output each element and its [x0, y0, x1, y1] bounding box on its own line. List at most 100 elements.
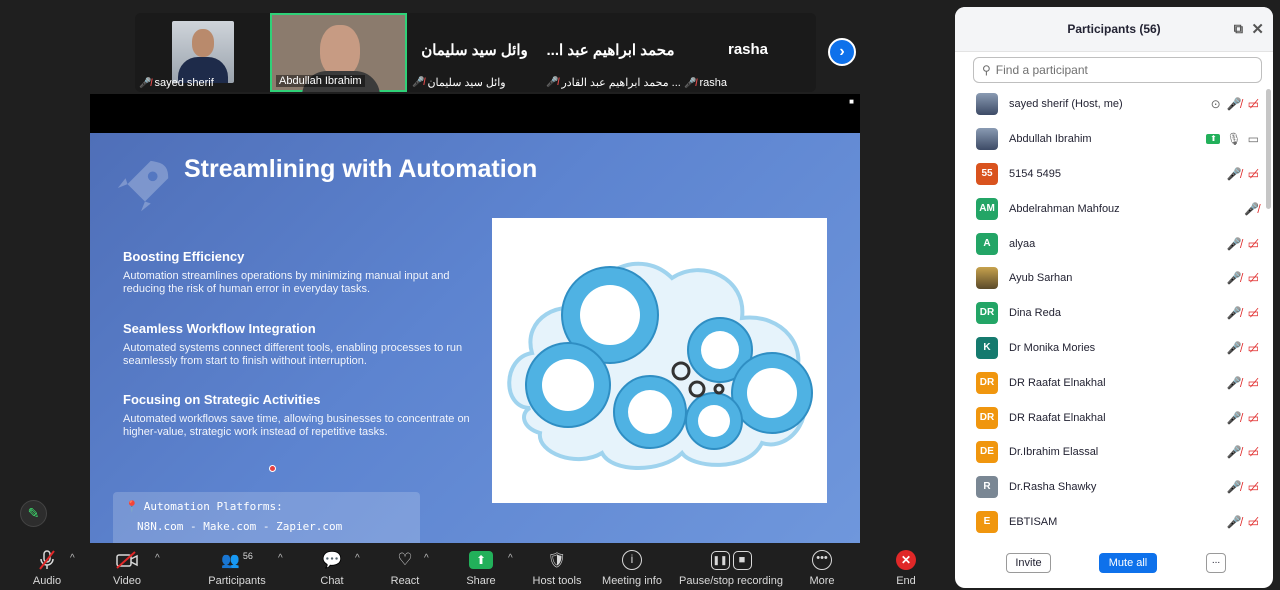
mic-muted-icon — [39, 550, 55, 570]
mic-icon[interactable]: 🎙 — [1226, 132, 1241, 146]
stop-icon: ■ — [732, 550, 752, 570]
participant-name: Dr.Rasha Shawky — [1009, 481, 1097, 494]
mic-muted-icon[interactable]: 🎤̸ — [1227, 306, 1242, 320]
camera-off-icon[interactable]: ▭̸ — [1248, 237, 1259, 251]
camera-icon[interactable]: ▭ — [1248, 132, 1259, 146]
mic-muted-icon[interactable]: 🎤̸ — [1227, 237, 1242, 251]
camera-off-icon[interactable]: ▭̸ — [1248, 376, 1259, 390]
meeting-info-button[interactable]: i Meeting info — [600, 547, 664, 587]
video-tile-rasha[interactable]: rasha 🎤̸ rasha — [680, 13, 816, 92]
participant-name: Dr Monika Mories — [1009, 341, 1096, 354]
participant-row[interactable]: DR DR Raafat Elnakhal 🎤̸ ▭̸ — [955, 400, 1273, 435]
camera-off-icon[interactable]: ▭̸ — [1248, 271, 1259, 285]
laser-pointer-dot — [269, 465, 276, 472]
audio-options-caret-icon[interactable]: ^ — [70, 553, 75, 564]
mic-muted-icon[interactable]: 🎤̸ — [1227, 97, 1242, 111]
participants-options-caret-icon[interactable]: ^ — [278, 553, 283, 564]
chat-options-caret-icon[interactable]: ^ — [355, 553, 360, 564]
audio-button[interactable]: Audio — [30, 547, 64, 587]
participant-list-scrollbar[interactable] — [1266, 89, 1271, 209]
tile-name: Abdullah Ibrahim — [279, 75, 362, 87]
mute-all-button[interactable]: Mute all — [1099, 553, 1157, 573]
search-participant-input[interactable]: ⚲ Find a participant — [973, 57, 1262, 83]
participant-row[interactable]: A alyaa 🎤̸ ▭̸ — [955, 226, 1273, 261]
mic-muted-icon: 🎤̸ — [139, 77, 152, 89]
mic-muted-icon[interactable]: 🎤̸ — [1227, 271, 1242, 285]
video-options-caret-icon[interactable]: ^ — [155, 553, 160, 564]
pause-icon: ❚❚ — [710, 550, 730, 570]
participant-name: Abdelrahman Mahfouz — [1009, 202, 1120, 215]
close-icon[interactable]: ✕ — [1251, 20, 1264, 38]
avatar: R — [976, 476, 998, 499]
mic-muted-icon[interactable]: 🎤̸ — [1227, 341, 1242, 355]
participant-row[interactable]: K Dr Monika Mories 🎤̸ ▭̸ — [955, 331, 1273, 366]
mic-muted-icon[interactable]: 🎤̸ — [1244, 202, 1259, 216]
participant-row[interactable]: DR Dina Reda 🎤̸ ▭̸ — [955, 296, 1273, 331]
camera-off-icon[interactable]: ▭̸ — [1248, 411, 1259, 425]
platforms-list: N8N.com - Make.com - Zapier.com — [137, 520, 343, 533]
participant-name: Abdullah Ibrahim — [1009, 133, 1092, 146]
mic-muted-icon: 🎤̸ — [546, 77, 559, 88]
avatar — [976, 267, 998, 290]
camera-off-icon[interactable]: ▭̸ — [1248, 445, 1259, 459]
participant-row[interactable]: 55 5154 5495 🎤̸ ▭̸ — [955, 157, 1273, 192]
shield-icon: 🛡 — [547, 552, 567, 569]
mic-muted-icon[interactable]: 🎤̸ — [1227, 411, 1242, 425]
next-page-arrow-icon[interactable]: › — [828, 38, 856, 66]
more-button[interactable]: ••• More — [806, 547, 838, 587]
camera-off-icon[interactable]: ▭̸ — [1248, 97, 1259, 111]
mic-muted-icon[interactable]: 🎤̸ — [1227, 515, 1242, 529]
avatar — [976, 93, 998, 116]
share-arrow-icon: ⬆ — [469, 551, 493, 569]
participant-row[interactable]: DE Dr.Ibrahim Elassal 🎤̸ ▭̸ — [955, 435, 1273, 470]
info-icon: i — [622, 550, 642, 570]
participant-row[interactable]: E EBTISAM 🎤̸ ▭̸ — [955, 505, 1273, 540]
participant-name: Dr.Ibrahim Elassal — [1009, 446, 1099, 459]
camera-off-icon[interactable]: ▭̸ — [1248, 480, 1259, 494]
popout-icon[interactable]: ⧉ — [1234, 21, 1243, 37]
react-button[interactable]: ♡ React — [388, 547, 422, 587]
participant-row[interactable]: sayed sherif (Host, me) ⊙ 🎤̸ ▭̸ — [955, 87, 1273, 122]
avatar: DR — [976, 406, 998, 429]
participant-row[interactable]: DR DR Raafat Elnakhal 🎤̸ ▭̸ — [955, 365, 1273, 400]
video-strip: 🎤̸ sayed sherif Abdullah Ibrahim وائل سيد… — [135, 13, 816, 92]
mic-muted-icon[interactable]: 🎤̸ — [1227, 376, 1242, 390]
annotate-pencil-icon[interactable]: ✎ — [20, 500, 47, 527]
share-screen-button[interactable]: ⬆ Share — [465, 547, 497, 587]
recording-indicator-icon: ⊙ — [1210, 97, 1221, 112]
panel-title: Participants (56) — [1067, 22, 1161, 36]
participant-row[interactable]: R Dr.Rasha Shawky 🎤̸ ▭̸ — [955, 470, 1273, 505]
invite-button[interactable]: Invite — [1006, 553, 1051, 573]
avatar: K — [976, 336, 998, 359]
video-tile-abdullah-ibrahim[interactable]: Abdullah Ibrahim — [270, 13, 407, 92]
camera-off-icon — [116, 551, 138, 569]
section-body: Automation streamlines operations by min… — [123, 270, 450, 295]
share-options-caret-icon[interactable]: ^ — [508, 553, 513, 564]
mic-muted-icon[interactable]: 🎤̸ — [1227, 445, 1242, 459]
camera-off-icon[interactable]: ▭̸ — [1248, 306, 1259, 320]
video-tile-wael[interactable]: وائل سيد سليمان 🎤̸ وائل سيد سليمان — [408, 13, 541, 92]
participant-row[interactable]: Abdullah Ibrahim ⬆ 🎙 ▭ — [955, 122, 1273, 157]
mic-muted-icon[interactable]: 🎤̸ — [1227, 480, 1242, 494]
video-tile-mohamed[interactable]: ...محمد ابراهيم عبد ا 🎤̸ محمد ابراهيم عبد… — [542, 13, 681, 92]
end-meeting-button[interactable]: ✕ End — [892, 547, 920, 587]
slide-title: Streamlining with Automation — [184, 155, 538, 183]
mic-muted-icon[interactable]: 🎤̸ — [1227, 167, 1242, 181]
participants-button[interactable]: 👥 56 Participants — [205, 547, 269, 587]
video-tile-sayed-sherif[interactable]: 🎤̸ sayed sherif — [135, 13, 269, 92]
shared-screen-header: ■ — [90, 94, 860, 133]
camera-off-icon[interactable]: ▭̸ — [1248, 515, 1259, 529]
more-options-button[interactable]: ... — [1206, 553, 1226, 573]
video-button[interactable]: Video — [108, 547, 146, 587]
camera-off-icon[interactable]: ▭̸ — [1248, 167, 1259, 181]
react-options-caret-icon[interactable]: ^ — [424, 553, 429, 564]
camera-off-icon[interactable]: ▭̸ — [1248, 341, 1259, 355]
participant-row[interactable]: AM Abdelrahman Mahfouz 🎤̸ — [955, 191, 1273, 226]
chat-button[interactable]: 💬 Chat — [316, 547, 348, 587]
zoom-meeting-window: 🎤̸ sayed sherif Abdullah Ibrahim وائل سيد… — [0, 0, 1280, 590]
host-tools-button[interactable]: 🛡 Host tools — [531, 547, 583, 587]
tile-display-name: rasha — [727, 41, 769, 58]
section-body: Automated systems connect different tool… — [123, 342, 463, 367]
participant-row[interactable]: Ayub Sarhan 🎤̸ ▭̸ — [955, 261, 1273, 296]
recording-button[interactable]: ❚❚ ■ Pause/stop recording — [679, 547, 783, 587]
